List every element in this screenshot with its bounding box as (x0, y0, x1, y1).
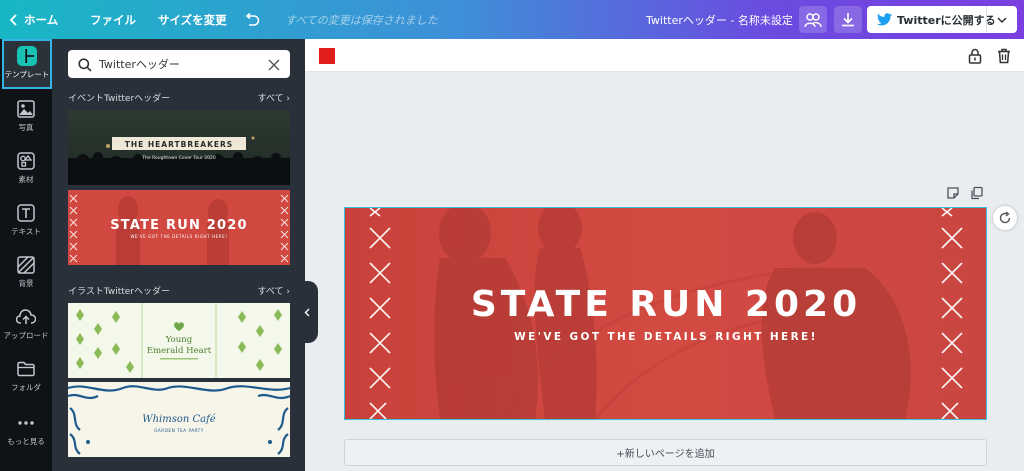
rail-item-background[interactable]: 背景 (0, 247, 52, 297)
add-page-button[interactable]: +新しいページを追加 (344, 439, 987, 466)
save-status: すべての変更は保存されました (285, 13, 438, 27)
page-note-icon[interactable] (946, 185, 960, 199)
thumbnail-title: STATE RUN 2020 (110, 218, 248, 233)
top-bar: ホーム ファイル サイズを変更 すべての変更は保存されました Twitterヘッ… (0, 0, 1024, 39)
template-panel: イベントTwitterヘッダー すべて › THE HEARTBREAKERS … (52, 39, 305, 471)
template-thumbnail-whimson-cafe[interactable]: Whimson Café GARDEN TEA PARTY (68, 382, 290, 457)
divider (986, 6, 987, 33)
rail-item-uploads[interactable]: アップロード (0, 299, 52, 349)
template-thumbnail-heartbreakers[interactable]: THE HEARTBREAKERS The Roughtown Cover To… (68, 110, 290, 185)
folder-icon (16, 359, 36, 379)
rail-item-templates[interactable]: テンプレート (2, 39, 52, 89)
twitter-icon (876, 12, 892, 28)
template-search (68, 50, 290, 78)
undo-icon (244, 12, 260, 27)
share-people-icon (804, 12, 822, 28)
search-input[interactable] (99, 57, 259, 71)
rail-item-more[interactable]: もっと見る (0, 405, 52, 455)
background-icon (16, 255, 36, 275)
trash-icon[interactable] (995, 47, 1012, 64)
elements-icon (16, 151, 36, 171)
thumbnail-subtitle: WE'VE GOT THE DETAILS RIGHT HERE! (130, 234, 227, 239)
thumbnail-subtitle: The Roughtown Cover Tour 2020 (141, 155, 216, 161)
rail-label: 写真 (18, 123, 34, 132)
clear-search-icon[interactable] (267, 57, 281, 71)
template-thumbnail-state-run[interactable]: STATE RUN 2020 WE'VE GOT THE DETAILS RIG… (68, 190, 290, 265)
template-icon (17, 46, 37, 66)
collapse-panel-handle[interactable] (296, 281, 318, 343)
rail-item-folders[interactable]: フォルダ (0, 351, 52, 401)
thumbnail-title: THE HEARTBREAKERS (125, 140, 233, 149)
rail-label: フォルダ (11, 383, 41, 392)
rotate-refresh-button[interactable] (993, 206, 1017, 230)
section-title: イベントTwitterヘッダー (68, 94, 171, 104)
rail-label: テンプレート (4, 70, 50, 79)
rail-label: 背景 (18, 279, 34, 288)
color-swatch[interactable] (319, 48, 335, 64)
editor-toolbar (305, 39, 1024, 72)
home-button[interactable]: ホーム (10, 0, 58, 39)
thumbnail-subtitle: GARDEN TEA PARTY (154, 428, 204, 433)
template-thumbnail-emerald-heart[interactable]: Young Emerald Heart (68, 303, 290, 378)
see-all-link[interactable]: すべて › (258, 284, 290, 297)
lock-icon[interactable] (966, 47, 983, 64)
design-title: STATE RUN 2020 (471, 284, 861, 325)
upload-icon (16, 307, 36, 327)
chevron-left-icon (304, 308, 310, 317)
download-button[interactable] (834, 6, 862, 33)
publish-label: Twitterに公開する (897, 13, 996, 27)
search-icon (78, 57, 92, 72)
rail-label: アップロード (3, 331, 49, 340)
refresh-icon (998, 211, 1012, 225)
left-rail: テンプレート 写真 素材 テキスト 背景 アップロード フォルダ もっと見る (0, 39, 52, 471)
chevron-left-icon (10, 13, 18, 26)
photo-icon (16, 99, 36, 119)
rail-label: 素材 (18, 175, 34, 184)
section-header-event: イベントTwitterヘッダー すべて › (68, 91, 290, 104)
text-icon (16, 203, 36, 223)
resize-menu[interactable]: サイズを変更 (158, 0, 227, 39)
see-all-link[interactable]: すべて › (258, 91, 290, 104)
share-people-button[interactable] (799, 6, 827, 33)
rail-item-text[interactable]: テキスト (0, 195, 52, 245)
design-subtitle: WE'VE GOT THE DETAILS RIGHT HERE! (514, 331, 818, 343)
undo-button[interactable] (244, 0, 260, 39)
chevron-down-icon[interactable] (994, 12, 1010, 28)
section-header-illustration: イラストTwitterヘッダー すべて › (68, 284, 290, 297)
thumbnail-title-line2: Emerald Heart (147, 346, 212, 356)
more-icon (16, 413, 36, 433)
rail-item-elements[interactable]: 素材 (0, 143, 52, 193)
duplicate-page-icon[interactable] (970, 185, 984, 200)
document-title[interactable]: Twitterヘッダー - 名称未設定 (646, 0, 793, 39)
rail-label: もっと見る (7, 437, 45, 446)
thumbnail-title-line1: Young (165, 335, 193, 345)
file-menu[interactable]: ファイル (90, 0, 136, 39)
rail-item-photos[interactable]: 写真 (0, 91, 52, 141)
download-icon (841, 12, 855, 27)
thumbnail-title: Whimson Café (142, 414, 215, 425)
design-canvas[interactable]: STATE RUN 2020 WE'VE GOT THE DETAILS RIG… (344, 207, 987, 420)
section-title: イラストTwitterヘッダー (68, 287, 170, 297)
publish-twitter-button[interactable]: Twitterに公開する (867, 6, 1017, 33)
home-label: ホーム (24, 12, 59, 27)
rail-label: テキスト (11, 227, 41, 236)
